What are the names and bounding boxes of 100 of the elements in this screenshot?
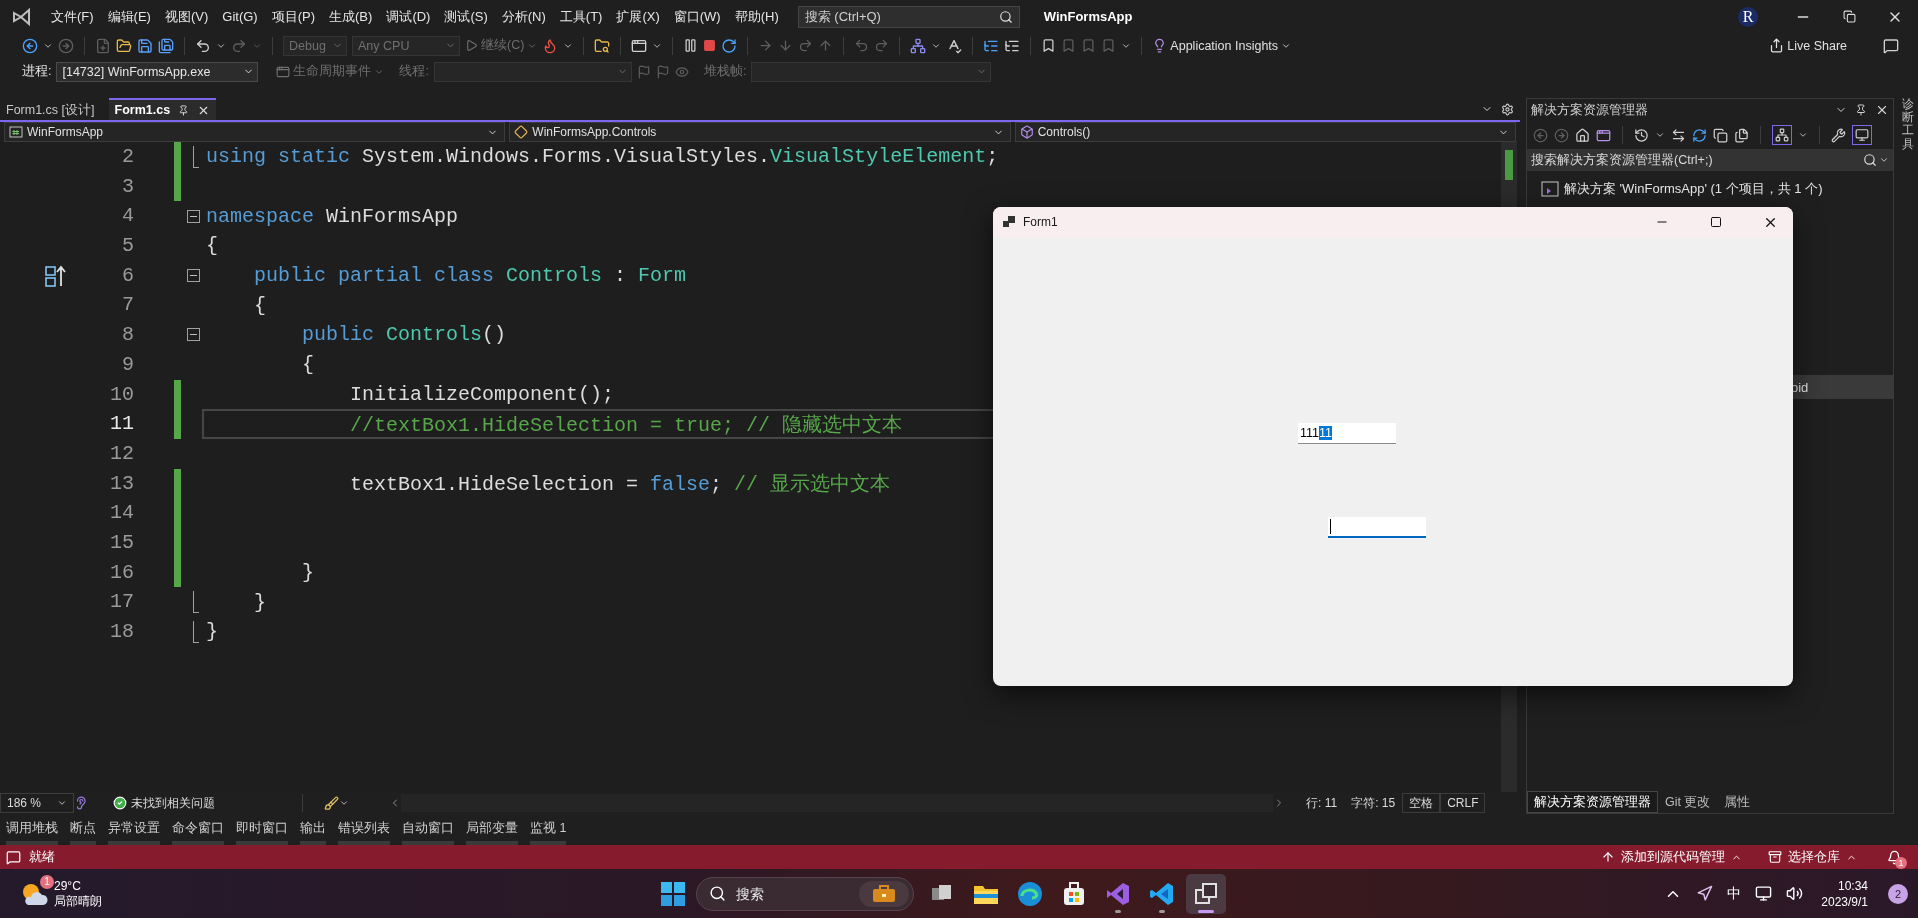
line-ending-indicator[interactable]: CRLF (1440, 793, 1486, 813)
collapse-toggle[interactable] (186, 209, 200, 223)
flag-icon[interactable] (655, 64, 670, 79)
zoom-dropdown[interactable]: 186 % (0, 793, 74, 813)
text-field[interactable] (1328, 517, 1426, 538)
diagram-icon[interactable] (910, 37, 927, 54)
settings-icon[interactable] (1501, 102, 1514, 116)
search-icon[interactable] (1863, 153, 1877, 167)
new-file-icon[interactable] (95, 37, 111, 54)
live-share-button[interactable]: Live Share (1769, 38, 1847, 53)
menu-item[interactable]: 编辑(E) (100, 7, 158, 26)
maximize-icon[interactable] (1710, 216, 1722, 228)
back-icon[interactable] (22, 37, 38, 54)
home-icon[interactable] (1575, 127, 1590, 143)
document-tab[interactable]: Form1.cs [设计] (0, 98, 101, 120)
account-avatar[interactable]: R (1738, 6, 1758, 27)
application-insights-button[interactable]: Application Insights (1152, 38, 1292, 53)
window-icon[interactable] (631, 37, 648, 54)
start-icon[interactable] (660, 880, 686, 907)
document-tab[interactable]: Form1.cs (108, 98, 217, 120)
menu-item[interactable]: 文件(F) (44, 7, 101, 26)
caret-icon[interactable] (1879, 155, 1889, 165)
undo-icon[interactable] (195, 37, 211, 54)
briefcase-icon[interactable] (872, 884, 896, 903)
menu-item[interactable]: 扩展(X) (609, 7, 667, 26)
open-folder-icon[interactable] (116, 37, 132, 54)
whitespace-indicator[interactable]: 空格 (1402, 793, 1441, 813)
process-dropdown[interactable]: [14732] WinFormsApp.exe (56, 61, 259, 82)
menu-item[interactable]: 调试(D) (379, 7, 438, 26)
menu-item[interactable]: 测试(S) (437, 7, 495, 26)
menu-item[interactable]: 生成(B) (322, 7, 380, 26)
volume-icon[interactable] (1786, 885, 1804, 902)
inheritance-icon[interactable] (44, 263, 68, 288)
step-into-icon[interactable] (778, 38, 794, 53)
pause-icon[interactable] (683, 38, 699, 53)
side-tab[interactable]: 诊断工具 (1902, 98, 1914, 814)
menu-item[interactable]: 窗口(W) (666, 7, 728, 26)
close-icon[interactable] (1875, 103, 1889, 117)
save-all-icon[interactable] (158, 37, 174, 54)
history-icon[interactable] (1634, 127, 1649, 143)
caret-icon[interactable] (339, 798, 349, 808)
search-field[interactable]: 搜索 (Ctrl+Q) (797, 5, 1020, 28)
forward-icon[interactable] (1554, 127, 1569, 143)
redo-icon[interactable] (874, 38, 890, 53)
search-input[interactable]: 搜索解决方案资源管理器(Ctrl+;) (1531, 153, 1861, 167)
repository-button[interactable]: 选择仓库 (1768, 848, 1857, 866)
sync-icon[interactable] (1671, 127, 1686, 143)
tree-item[interactable]: 解决方案 'WinFormsApp' (1 个项目，共 1 个) (1527, 177, 1893, 201)
flag-icon[interactable] (636, 64, 651, 79)
menu-item[interactable]: 分析(N) (494, 7, 553, 26)
copy-icon[interactable] (1734, 127, 1749, 143)
location-icon[interactable] (1696, 885, 1714, 902)
taskbar-search-field[interactable]: 搜索 (696, 876, 914, 911)
wrench-icon[interactable] (1831, 127, 1846, 143)
panel-tab[interactable]: Git 更改 (1658, 791, 1718, 813)
navigation-dropdown[interactable]: Controls() (1014, 122, 1516, 142)
collapse-toggle[interactable] (186, 328, 200, 342)
search-input[interactable]: 搜索 (736, 885, 849, 902)
refresh-icon[interactable] (1692, 127, 1707, 143)
taskbar-app-button[interactable] (1186, 873, 1226, 914)
step-out-icon[interactable] (818, 38, 834, 53)
restore-icon[interactable] (1842, 10, 1856, 23)
caret-icon[interactable] (1655, 130, 1665, 140)
issues-indicator[interactable]: 未找到相关问题 (106, 793, 222, 813)
menu-item[interactable]: 项目(P) (264, 7, 323, 26)
input-method-indicator[interactable]: 中 (1727, 884, 1742, 903)
navigation-dropdown[interactable]: WinFormsApp.Controls (509, 122, 1011, 142)
panel-tab[interactable]: 解决方案资源管理器 (1527, 791, 1658, 813)
text-field[interactable]: 11111 (1298, 423, 1396, 444)
clock[interactable]: 10:34 2023/9/1 (1821, 877, 1868, 910)
search-icon[interactable] (998, 9, 1013, 24)
bookmark-icon[interactable] (1041, 38, 1057, 53)
folder-search-icon[interactable] (594, 37, 611, 54)
redo-icon[interactable] (231, 37, 247, 54)
menu-item[interactable]: Git(G) (215, 9, 265, 24)
search-input[interactable]: 搜索 (Ctrl+Q) (804, 9, 999, 24)
column-indicator[interactable]: 字符: 15 (1344, 793, 1403, 813)
pin-icon[interactable] (178, 104, 190, 116)
feedback-icon[interactable] (1883, 37, 1899, 54)
search-icon[interactable] (709, 885, 726, 902)
menu-item[interactable]: 视图(V) (157, 7, 216, 26)
spell-check-icon[interactable] (946, 37, 963, 54)
save-icon[interactable] (137, 37, 153, 54)
notification-icon[interactable] (1887, 849, 1902, 865)
step-over-icon[interactable] (798, 38, 814, 53)
stop-icon[interactable] (703, 39, 717, 52)
restart-icon[interactable] (721, 37, 738, 54)
navigation-dropdown[interactable]: WinFormsApp (4, 122, 506, 142)
switch-view-icon[interactable] (1596, 127, 1611, 143)
show-all-files-toggle[interactable] (1772, 125, 1792, 145)
eye-icon[interactable] (674, 64, 689, 79)
panel-tab[interactable]: 属性 (1717, 791, 1758, 813)
menu-item[interactable]: 工具(T) (552, 7, 610, 26)
collapse-toggle[interactable] (186, 269, 200, 283)
source-control-button[interactable]: 添加到源代码管理 (1601, 848, 1742, 866)
forward-icon[interactable] (58, 37, 74, 54)
menu-item[interactable]: 帮助(H) (727, 7, 786, 26)
caret-icon[interactable] (1798, 130, 1808, 140)
pin-icon[interactable] (1855, 104, 1867, 116)
line-indicator[interactable]: 行: 11 (1299, 793, 1345, 813)
